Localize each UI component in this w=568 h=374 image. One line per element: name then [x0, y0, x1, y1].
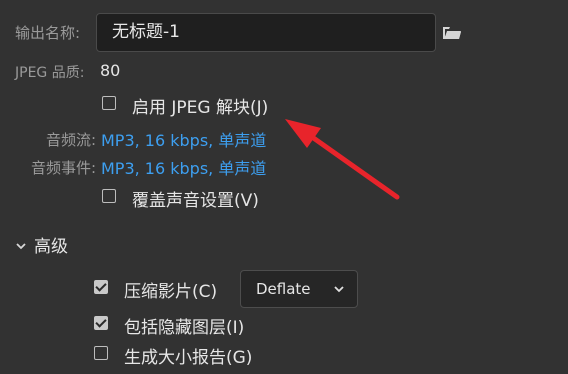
annotation-arrow	[285, 119, 400, 200]
